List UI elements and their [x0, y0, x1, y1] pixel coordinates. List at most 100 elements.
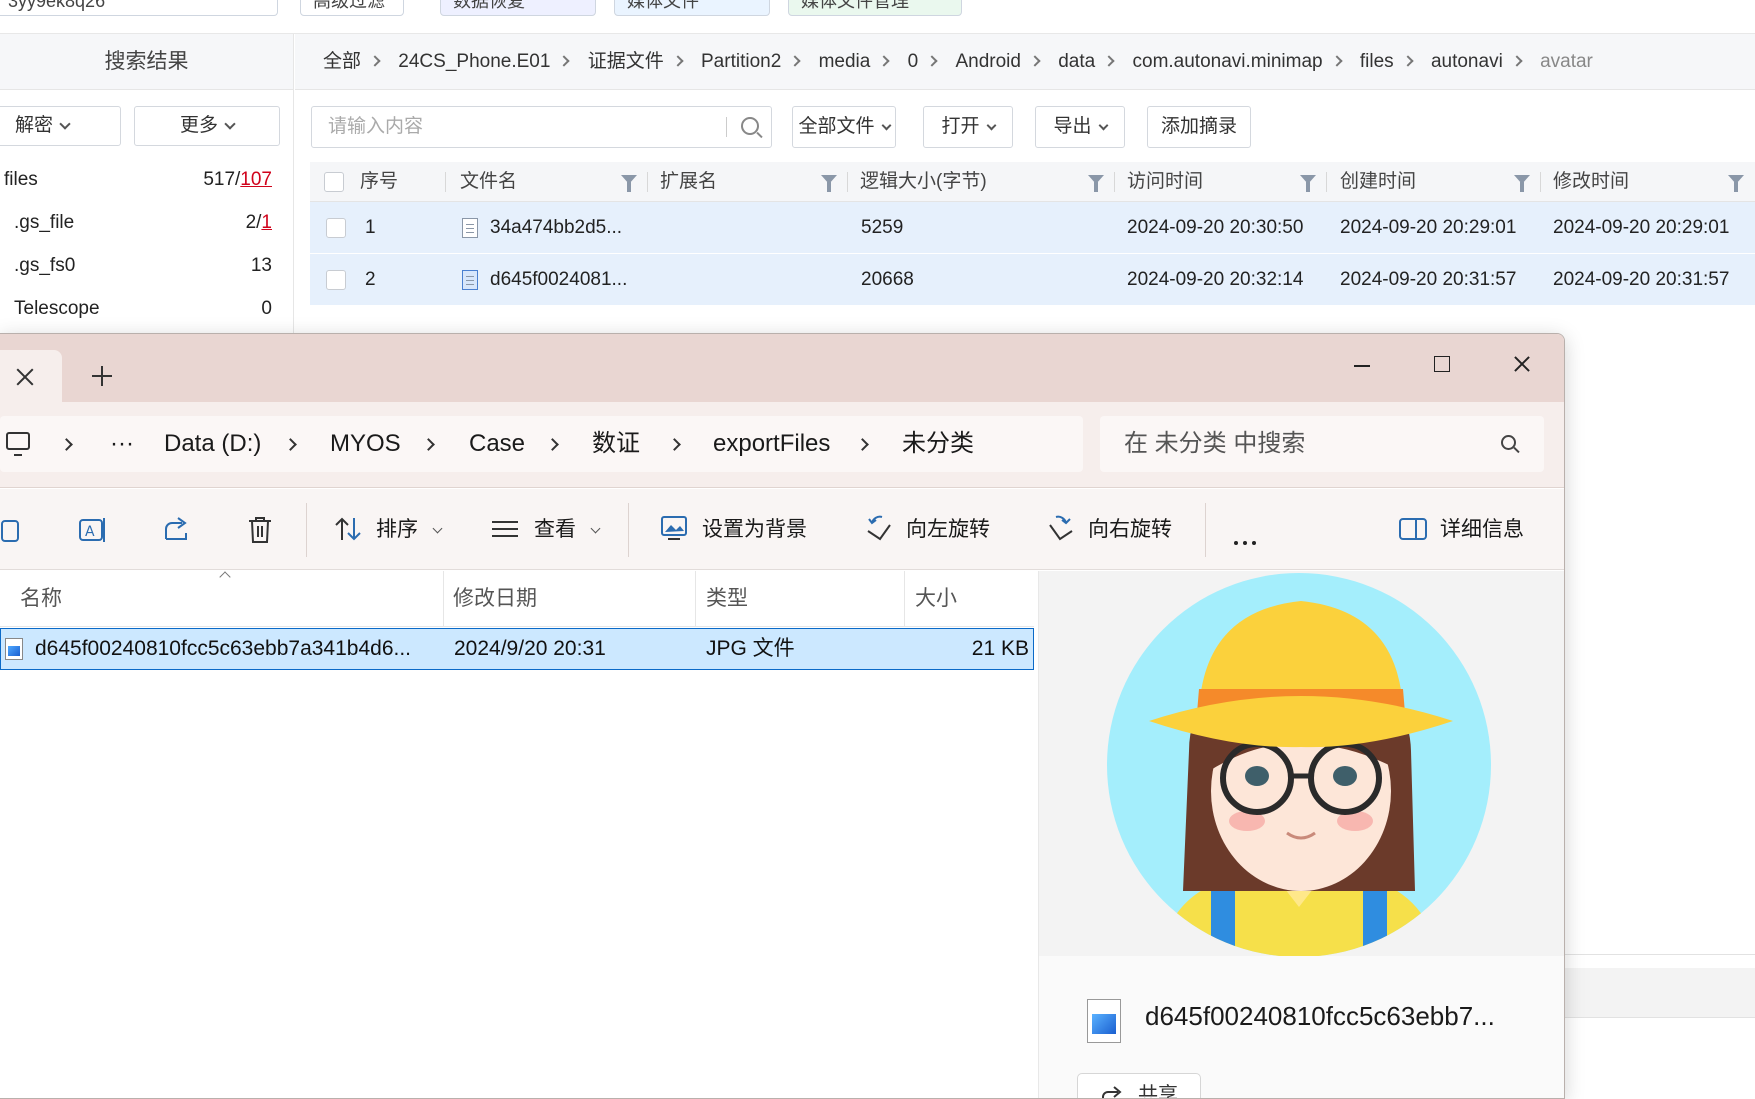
- copy-icon[interactable]: [0, 515, 22, 543]
- col-extension[interactable]: 扩展名: [660, 162, 717, 202]
- media-files-button[interactable]: 媒体文件: [614, 0, 770, 16]
- sort-button[interactable]: 排序: [334, 489, 443, 570]
- this-pc-icon[interactable]: [6, 432, 30, 456]
- filter-icon[interactable]: [1514, 175, 1530, 192]
- more-button[interactable]: 更多: [134, 106, 280, 146]
- col-created[interactable]: 创建时间: [1340, 162, 1416, 202]
- breadcrumb-item[interactable]: autonavi: [1431, 34, 1503, 90]
- folder-search-input[interactable]: 在 未分类 中搜索: [1100, 416, 1544, 472]
- cell-created: 2024-09-20 20:29:01: [1340, 217, 1517, 238]
- horizontal-scrollbar[interactable]: [1565, 968, 1755, 1018]
- plus-icon[interactable]: [92, 366, 112, 386]
- table-row[interactable]: 1 34a474bb2d5... 5259 2024-09-20 20:30:5…: [310, 202, 1755, 254]
- close-icon[interactable]: [14, 366, 36, 388]
- breadcrumb-item[interactable]: 24CS_Phone.E01: [398, 34, 550, 90]
- chevron-right-icon[interactable]: [668, 438, 681, 451]
- rotate-right-button[interactable]: 向右旋转: [1046, 489, 1172, 570]
- explorer-tab[interactable]: [0, 350, 62, 402]
- tree-item-gs-file[interactable]: .gs_file 2/1: [0, 203, 280, 243]
- col-index[interactable]: 序号: [360, 162, 398, 202]
- file-search-input[interactable]: 请输入内容: [311, 106, 772, 148]
- chevron-right-icon[interactable]: [422, 438, 435, 451]
- more-options-icon[interactable]: [1234, 527, 1261, 551]
- share-button[interactable]: 共享: [1077, 1073, 1201, 1098]
- row-checkbox[interactable]: [326, 270, 346, 290]
- address-segment[interactable]: MYOS: [330, 416, 401, 472]
- address-segment[interactable]: Case: [469, 416, 525, 472]
- address-segment-current[interactable]: 未分类: [902, 416, 974, 472]
- add-summary-button[interactable]: 添加摘录: [1147, 106, 1251, 148]
- advanced-filter-button[interactable]: 高级过滤: [300, 0, 404, 16]
- media-manage-label: 媒体文件管理: [801, 0, 909, 11]
- file-filter-select[interactable]: 全部文件: [792, 106, 896, 148]
- count-link[interactable]: 1: [261, 212, 272, 233]
- tree-item-files[interactable]: files 517/107: [0, 160, 280, 200]
- breadcrumb-item[interactable]: Android: [955, 34, 1021, 90]
- col-date-modified[interactable]: 修改日期: [453, 571, 537, 627]
- view-label: 查看: [534, 518, 576, 541]
- column-resize-handle[interactable]: [695, 571, 696, 627]
- breadcrumb-item[interactable]: media: [819, 34, 871, 90]
- set-background-button[interactable]: 设置为背景: [660, 489, 807, 570]
- breadcrumb-item[interactable]: 0: [908, 34, 919, 90]
- search-icon[interactable]: [1501, 435, 1516, 450]
- column-resize-handle[interactable]: [443, 571, 444, 627]
- col-size[interactable]: 逻辑大小(字节): [860, 162, 987, 202]
- breadcrumb-item[interactable]: files: [1360, 34, 1394, 90]
- breadcrumb-item[interactable]: Partition2: [701, 34, 781, 90]
- list-item[interactable]: d645f00240810fcc5c63ebb7a341b4d6... 2024…: [0, 628, 1034, 670]
- column-resize-handle[interactable]: [904, 571, 905, 627]
- col-type[interactable]: 类型: [706, 571, 748, 627]
- chevron-down-icon: [224, 118, 236, 130]
- col-modified[interactable]: 修改时间: [1553, 162, 1629, 202]
- rename-icon[interactable]: A: [78, 515, 108, 545]
- open-button[interactable]: 打开: [923, 106, 1013, 148]
- maximize-button[interactable]: [1412, 346, 1472, 382]
- rotate-left-button[interactable]: 向左旋转: [864, 489, 990, 570]
- col-size[interactable]: 大小: [915, 571, 957, 627]
- address-bar[interactable]: ··· Data (D:) MYOS Case 数证 exportFiles 未…: [0, 416, 1083, 472]
- tree-item-telescope[interactable]: Telescope 0: [0, 289, 280, 329]
- breadcrumb-item[interactable]: 证据文件: [588, 34, 664, 90]
- col-filename[interactable]: 文件名: [460, 162, 517, 202]
- search-icon[interactable]: [741, 117, 759, 135]
- chevron-right-icon[interactable]: [546, 438, 559, 451]
- media-manage-button[interactable]: 媒体文件管理: [788, 0, 962, 16]
- data-recovery-button[interactable]: 数据恢复: [440, 0, 596, 16]
- chevron-right-icon[interactable]: [60, 438, 73, 451]
- filter-icon[interactable]: [1300, 175, 1316, 192]
- minimize-button[interactable]: [1332, 346, 1392, 382]
- chevron-right-icon[interactable]: [284, 438, 297, 451]
- chevron-right-icon[interactable]: [856, 438, 869, 451]
- address-overflow[interactable]: ···: [110, 416, 134, 472]
- filter-icon[interactable]: [1728, 175, 1744, 192]
- address-segment[interactable]: 数证: [592, 416, 640, 472]
- tree-item-label: files: [4, 169, 38, 190]
- breadcrumb-item[interactable]: com.autonavi.minimap: [1133, 34, 1323, 90]
- filter-icon[interactable]: [821, 175, 837, 192]
- filter-icon[interactable]: [621, 175, 637, 192]
- breadcrumb-item[interactable]: 全部: [323, 34, 361, 90]
- col-accessed[interactable]: 访问时间: [1127, 162, 1203, 202]
- share-icon[interactable]: [162, 515, 192, 543]
- table-row[interactable]: 2 d645f0024081... 20668 2024-09-20 20:32…: [310, 254, 1755, 306]
- view-button[interactable]: 查看: [490, 489, 601, 570]
- address-segment[interactable]: exportFiles: [713, 416, 830, 472]
- row-checkbox[interactable]: [326, 218, 346, 238]
- col-name[interactable]: 名称: [20, 571, 62, 627]
- address-segment[interactable]: Data (D:): [164, 416, 261, 472]
- export-button[interactable]: 导出: [1035, 106, 1125, 148]
- add-summary-label: 添加摘录: [1160, 116, 1237, 137]
- tree-item-gs-fs0[interactable]: .gs_fs0 13: [0, 246, 280, 286]
- count-link[interactable]: 107: [240, 169, 272, 190]
- case-search-input[interactable]: 3yy9ek8q26: [0, 0, 278, 16]
- select-all-checkbox[interactable]: [324, 172, 344, 192]
- path-breadcrumb: 全部 24CS_Phone.E01 证据文件 Partition2 media …: [295, 34, 1755, 90]
- filter-icon[interactable]: [1088, 175, 1104, 192]
- set-background-label: 设置为背景: [702, 518, 807, 541]
- decrypt-button[interactable]: 解密: [0, 106, 121, 146]
- breadcrumb-item[interactable]: data: [1058, 34, 1095, 90]
- details-pane-button[interactable]: 详细信息: [1398, 489, 1524, 570]
- window-close-button[interactable]: [1492, 346, 1552, 382]
- delete-icon[interactable]: [246, 515, 274, 545]
